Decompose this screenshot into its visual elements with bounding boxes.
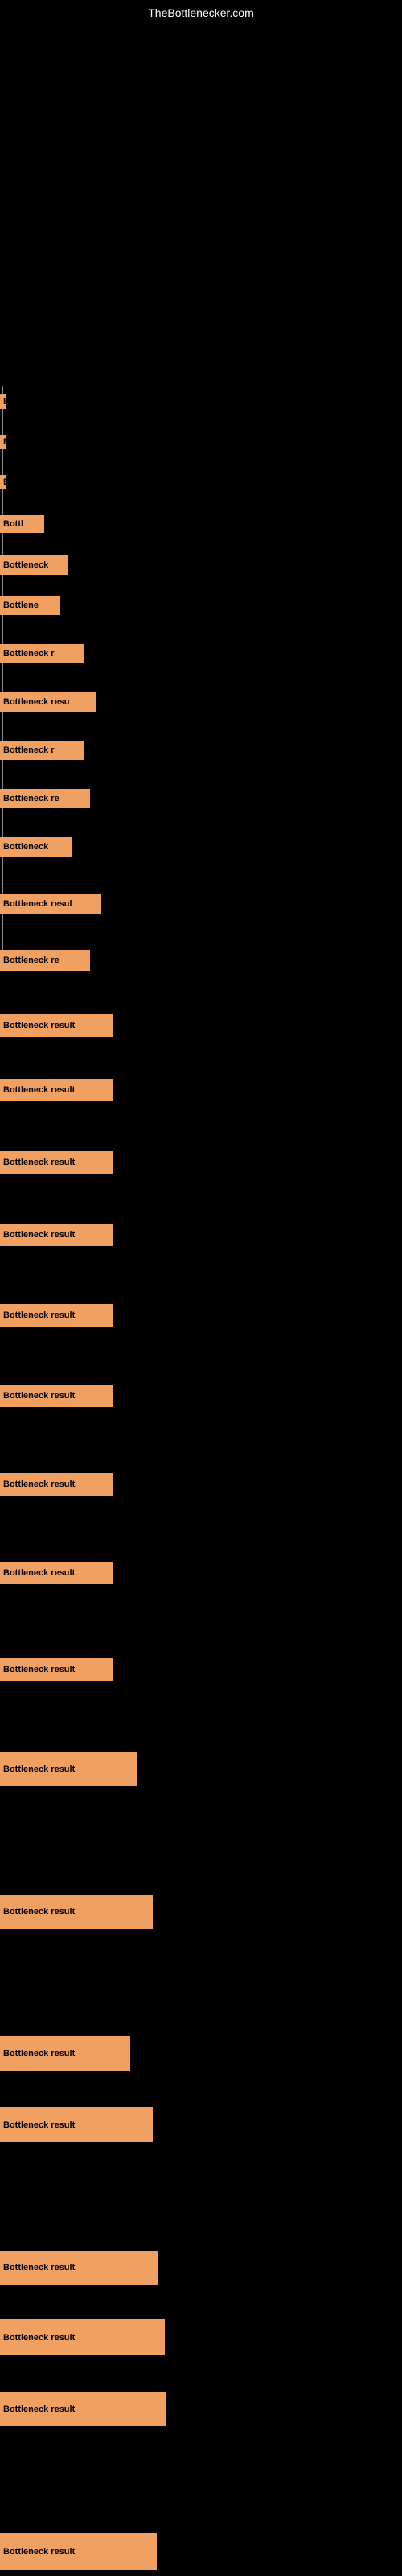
- bar-item: Bottleneck: [0, 837, 72, 857]
- bar-item: Bottl: [0, 515, 44, 533]
- bar-item: Bottleneck result: [0, 1079, 113, 1101]
- bar-item: Bottlene: [0, 596, 60, 615]
- bar-item: Bottleneck re: [0, 950, 90, 971]
- bottleneck-bar-28[interactable]: Bottleneck result: [0, 2319, 165, 2355]
- bottleneck-bar-27[interactable]: Bottleneck result: [0, 2251, 158, 2285]
- bar-item: Bottleneck: [0, 555, 68, 575]
- bottleneck-bar-14[interactable]: Bottleneck result: [0, 1014, 113, 1037]
- bar-item: Bottleneck result: [0, 2533, 157, 2570]
- bottleneck-bar-5[interactable]: Bottleneck: [0, 555, 68, 575]
- bottleneck-bar-29[interactable]: Bottleneck result: [0, 2392, 166, 2426]
- bar-item: Bottleneck result: [0, 1224, 113, 1246]
- bottleneck-bar-23[interactable]: Bottleneck result: [0, 1752, 137, 1786]
- bar-item: Bottleneck resu: [0, 692, 96, 712]
- bottleneck-bar-19[interactable]: Bottleneck result: [0, 1385, 113, 1407]
- bar-item: Bottleneck result: [0, 1752, 137, 1786]
- bottleneck-bar-20[interactable]: Bottleneck result: [0, 1473, 113, 1496]
- bottleneck-bar-16[interactable]: Bottleneck result: [0, 1151, 113, 1174]
- bottleneck-bar-2[interactable]: B: [0, 435, 6, 449]
- bar-item: B: [0, 394, 6, 409]
- bar-item: Bottleneck result: [0, 1385, 113, 1407]
- bottleneck-bar-7[interactable]: Bottleneck r: [0, 644, 84, 663]
- bar-item: Bottleneck result: [0, 1304, 113, 1327]
- bottleneck-bar-1[interactable]: B: [0, 394, 6, 409]
- bar-item: B: [0, 435, 6, 449]
- bar-item: Bottleneck result: [0, 2392, 166, 2426]
- bar-item: B: [0, 475, 6, 489]
- bar-item: Bottleneck result: [0, 1014, 113, 1037]
- bar-item: Bottleneck result: [0, 1151, 113, 1174]
- bar-item: Bottleneck result: [0, 2319, 165, 2355]
- bar-item: Bottleneck result: [0, 1473, 113, 1496]
- bar-item: Bottleneck r: [0, 644, 84, 663]
- bar-item: Bottleneck resul: [0, 894, 100, 914]
- bottleneck-bar-8[interactable]: Bottleneck resu: [0, 692, 96, 712]
- bottleneck-bar-18[interactable]: Bottleneck result: [0, 1304, 113, 1327]
- bottleneck-bar-6[interactable]: Bottlene: [0, 596, 60, 615]
- site-title: TheBottlenecker.com: [148, 6, 254, 19]
- bar-item: Bottleneck result: [0, 2251, 158, 2285]
- bar-item: Bottleneck result: [0, 1562, 113, 1584]
- bottleneck-bar-22[interactable]: Bottleneck result: [0, 1658, 113, 1681]
- bottleneck-bar-12[interactable]: Bottleneck resul: [0, 894, 100, 914]
- bar-item: Bottleneck result: [0, 1895, 153, 1929]
- bottleneck-bar-13[interactable]: Bottleneck re: [0, 950, 90, 971]
- bar-item: Bottleneck result: [0, 2107, 153, 2142]
- bottleneck-bar-11[interactable]: Bottleneck: [0, 837, 72, 857]
- bottleneck-bar-26[interactable]: Bottleneck result: [0, 2107, 153, 2142]
- bottleneck-bar-30[interactable]: Bottleneck result: [0, 2533, 157, 2570]
- bottleneck-bar-15[interactable]: Bottleneck result: [0, 1079, 113, 1101]
- bottleneck-bar-9[interactable]: Bottleneck r: [0, 741, 84, 760]
- bar-item: Bottleneck result: [0, 2036, 130, 2071]
- bar-item: Bottleneck r: [0, 741, 84, 760]
- vertical-line: [2, 386, 3, 950]
- bottleneck-bar-24[interactable]: Bottleneck result: [0, 1895, 153, 1929]
- bottleneck-bar-25[interactable]: Bottleneck result: [0, 2036, 130, 2071]
- bottleneck-bar-21[interactable]: Bottleneck result: [0, 1562, 113, 1584]
- bar-item: Bottleneck re: [0, 789, 90, 808]
- bar-item: Bottleneck result: [0, 1658, 113, 1681]
- bottleneck-bar-17[interactable]: Bottleneck result: [0, 1224, 113, 1246]
- bottleneck-bar-10[interactable]: Bottleneck re: [0, 789, 90, 808]
- bottleneck-bar-4[interactable]: Bottl: [0, 515, 44, 533]
- bottleneck-bar-3[interactable]: B: [0, 475, 6, 489]
